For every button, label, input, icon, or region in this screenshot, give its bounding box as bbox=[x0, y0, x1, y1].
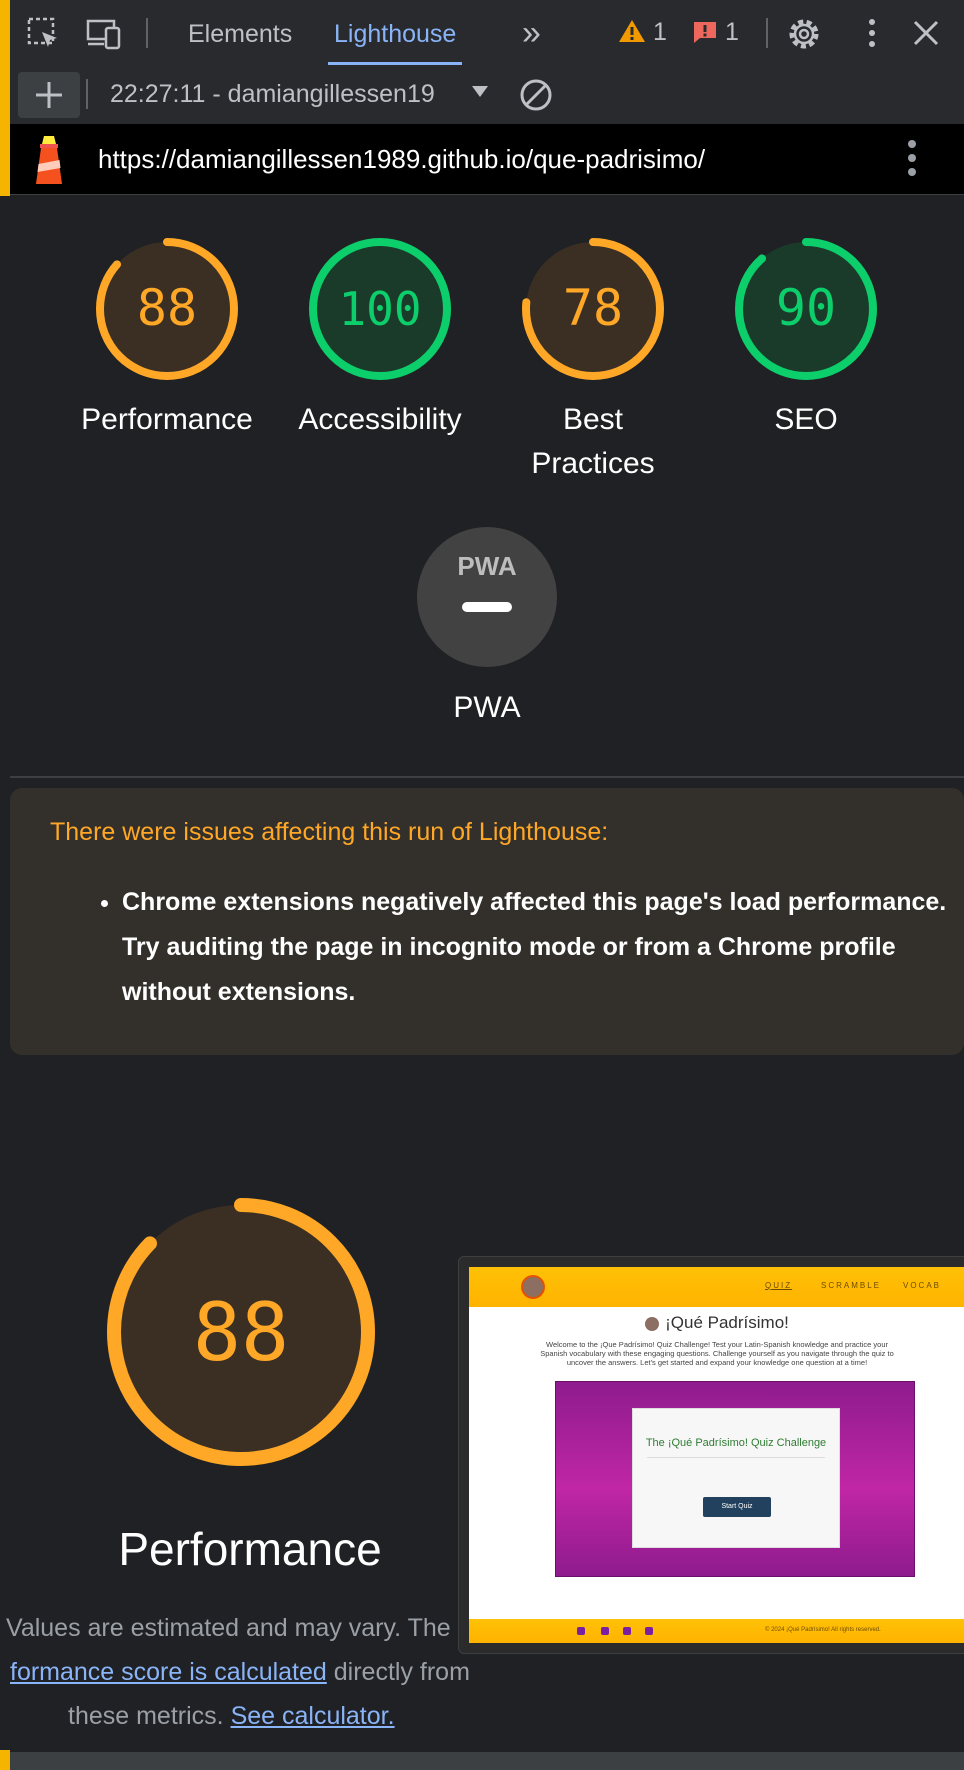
twitter-icon bbox=[601, 1627, 609, 1635]
run-warnings-box: There were issues affecting this run of … bbox=[10, 788, 964, 1055]
metrics-note-text: directly from bbox=[326, 1658, 470, 1686]
gauge-label: SEO bbox=[774, 403, 838, 436]
site-footer: © 2024 ¡Qué Padrísimo! All rights reserv… bbox=[469, 1619, 964, 1643]
inspect-element-icon[interactable] bbox=[26, 16, 60, 50]
report-url-bar: https://damiangillessen1989.github.io/qu… bbox=[10, 124, 964, 195]
gauge-score: 88 bbox=[193, 1286, 289, 1379]
site-nav-quiz: QUIZ bbox=[765, 1281, 793, 1290]
gauge-score: 90 bbox=[776, 279, 836, 337]
site-title: ¡Qué Padrísimo! bbox=[469, 1313, 964, 1333]
errors-count: 1 bbox=[724, 18, 739, 46]
performance-heading: Performance bbox=[118, 1523, 382, 1575]
gauge-score: 88 bbox=[137, 279, 197, 337]
report-selector-bar: 22:27:11 - damiangillessen19 bbox=[10, 65, 964, 125]
site-nav-scramble: SCRAMBLE bbox=[821, 1281, 882, 1290]
site-nav-vocab: VOCAB bbox=[903, 1281, 942, 1290]
tab-lighthouse[interactable]: Lighthouse bbox=[328, 0, 463, 65]
score-calculation-link[interactable]: formance score is calculated bbox=[10, 1658, 327, 1686]
gauge-pwa[interactable]: PWA PWA bbox=[387, 524, 587, 730]
site-logo-icon bbox=[521, 1275, 545, 1299]
run-warnings-title: There were issues affecting this run of … bbox=[50, 818, 609, 846]
facebook-icon bbox=[577, 1627, 585, 1635]
pwa-badge-text: PWA bbox=[457, 551, 516, 581]
metrics-note-line: these metrics. See calculator. bbox=[68, 1702, 395, 1731]
toolbar-separator bbox=[86, 79, 88, 109]
gauge-label: Accessibility bbox=[298, 403, 462, 436]
screenshot-page: QUIZ SCRAMBLE VOCAB ¡Qué Padrísimo! Welc… bbox=[469, 1267, 964, 1643]
warnings-count: 1 bbox=[652, 18, 667, 46]
new-report-button[interactable] bbox=[18, 72, 80, 118]
settings-gear-icon[interactable] bbox=[786, 16, 820, 50]
start-quiz-button: Start Quiz bbox=[703, 1497, 771, 1517]
gauge-performance[interactable]: 88 Performance bbox=[67, 236, 267, 442]
chevron-down-icon[interactable] bbox=[472, 86, 488, 97]
device-toolbar-icon[interactable] bbox=[86, 16, 121, 50]
report-menu-icon[interactable] bbox=[908, 140, 918, 180]
edge-highlight bbox=[0, 1750, 10, 1770]
card-divider bbox=[647, 1457, 825, 1458]
gauge-seo[interactable]: 90 SEO bbox=[706, 236, 906, 442]
metrics-note-line: Values are estimated and may vary. The bbox=[6, 1614, 451, 1642]
section-divider bbox=[10, 776, 964, 778]
toolbar-separator bbox=[146, 18, 148, 48]
gauge-score: 100 bbox=[338, 282, 421, 336]
warnings-badge[interactable]: 1 bbox=[618, 18, 667, 47]
gauge-accessibility[interactable]: 100 Accessibility bbox=[280, 236, 480, 442]
site-copyright: © 2024 ¡Qué Padrísimo! All rights reserv… bbox=[765, 1627, 881, 1633]
performance-big-gauge: 88 bbox=[105, 1196, 377, 1473]
instagram-icon bbox=[645, 1627, 653, 1635]
devtools-toolbar: Elements Lighthouse » 1 1 bbox=[10, 0, 964, 66]
close-icon[interactable] bbox=[910, 16, 944, 50]
quiz-card: The ¡Qué Padrísimo! Quiz Challenge Start… bbox=[632, 1408, 840, 1548]
site-description: Welcome to the ¡Que Padrísimo! Quiz Chal… bbox=[540, 1340, 894, 1367]
metrics-note-text: these metrics. bbox=[68, 1702, 231, 1730]
devtools-panel: Elements Lighthouse » 1 1 22:27:11 - dam… bbox=[6, 0, 964, 1770]
emblem-icon bbox=[645, 1316, 660, 1331]
youtube-icon bbox=[623, 1627, 631, 1635]
errors-badge[interactable]: 1 bbox=[692, 18, 739, 47]
report-select[interactable]: 22:27:11 - damiangillessen19 bbox=[110, 65, 470, 124]
toolbar-separator bbox=[766, 18, 768, 48]
gauge-label-line: Best bbox=[562, 403, 624, 436]
edge-highlight bbox=[0, 0, 10, 196]
more-options-icon[interactable] bbox=[862, 16, 896, 50]
quiz-card-title: The ¡Qué Padrísimo! Quiz Challenge bbox=[645, 1437, 827, 1449]
lighthouse-logo-icon bbox=[32, 134, 66, 191]
bottom-scroll-edge bbox=[10, 1752, 964, 1770]
run-warnings-list: Chrome extensions negatively affected th… bbox=[90, 880, 962, 1015]
error-icon bbox=[694, 22, 716, 43]
see-calculator-link[interactable]: See calculator. bbox=[231, 1702, 395, 1730]
gauge-label: PWA bbox=[453, 691, 521, 724]
warning-icon bbox=[619, 20, 645, 42]
report-url: https://damiangillessen1989.github.io/qu… bbox=[98, 144, 706, 174]
gauge-label: Best Practices bbox=[493, 398, 693, 486]
gauge-label-line: Practices bbox=[531, 447, 655, 480]
quiz-container: The ¡Qué Padrísimo! Quiz Challenge Start… bbox=[555, 1381, 915, 1577]
pwa-badge-icon: PWA bbox=[417, 527, 557, 667]
more-tabs-icon[interactable]: » bbox=[522, 0, 541, 65]
site-header: QUIZ SCRAMBLE VOCAB bbox=[469, 1267, 964, 1307]
gauge-score: 78 bbox=[563, 279, 623, 337]
final-screenshot[interactable]: QUIZ SCRAMBLE VOCAB ¡Qué Padrísimo! Welc… bbox=[458, 1256, 964, 1654]
clear-all-icon[interactable] bbox=[518, 77, 554, 113]
tab-elements[interactable]: Elements bbox=[188, 0, 292, 65]
gauge-best-practices[interactable]: 78 Best Practices bbox=[493, 236, 693, 486]
run-warning-item: Chrome extensions negatively affected th… bbox=[122, 880, 962, 1015]
site-title-text: ¡Qué Padrísimo! bbox=[665, 1313, 789, 1332]
gauge-label: Performance bbox=[81, 403, 253, 436]
plus-icon bbox=[36, 82, 62, 108]
metrics-note-line: formance score is calculated directly fr… bbox=[10, 1658, 470, 1687]
left-window-edge bbox=[0, 0, 10, 1770]
